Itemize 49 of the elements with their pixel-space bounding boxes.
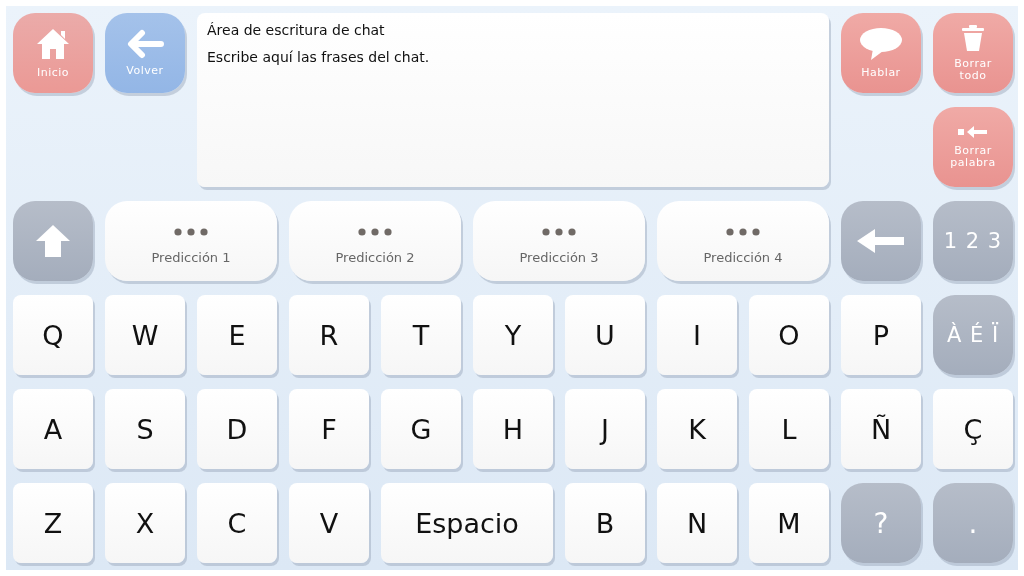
back-arrow-icon [126,29,164,60]
chat-text-area[interactable]: Área de escritura de chat Escribe aquí las frases del chat. [197,13,829,187]
key-button[interactable]: L [749,389,829,469]
key-button[interactable]: D [197,389,277,469]
backspace-button[interactable] [841,201,921,281]
speech-bubble-icon [859,27,903,62]
key-button[interactable]: G [381,389,461,469]
key-button[interactable]: K [657,389,737,469]
key-button[interactable]: N [657,483,737,563]
key-button[interactable]: R [289,295,369,375]
key-button[interactable]: B [565,483,645,563]
key-button[interactable]: W [105,295,185,375]
prediction-button[interactable]: Predicción 3 [473,201,645,281]
prediction-button[interactable]: Predicción 1 [105,201,277,281]
chat-line: Escribe aquí las frases del chat. [207,48,431,67]
key-button[interactable]: I [657,295,737,375]
key-button[interactable]: Ñ [841,389,921,469]
key-button[interactable]: S [105,389,185,469]
prediction-button[interactable]: Predicción 2 [289,201,461,281]
key-button[interactable]: C [197,483,277,563]
prediction-button[interactable]: Predicción 4 [657,201,829,281]
delete-word-icon [958,125,988,140]
backspace-arrow-icon [857,229,905,253]
key-button[interactable]: A [13,389,93,469]
ellipsis-icon [174,227,208,236]
key-button[interactable]: J [565,389,645,469]
trash-icon [962,24,984,53]
key-button[interactable]: M [749,483,829,563]
key-button[interactable]: O [749,295,829,375]
key-button[interactable]: V [289,483,369,563]
key-button[interactable]: U [565,295,645,375]
space-button[interactable]: Espacio [381,483,553,563]
key-button[interactable]: Ç [933,389,1013,469]
shift-arrow-icon [35,224,71,258]
key-button[interactable]: P [841,295,921,375]
ellipsis-icon [726,227,760,236]
ellipsis-icon [358,227,392,236]
key-button[interactable]: H [473,389,553,469]
key-button[interactable]: E [197,295,277,375]
ellipsis-icon [542,227,576,236]
key-button[interactable]: F [289,389,369,469]
shift-button[interactable] [13,201,93,281]
chat-line: Área de escritura de chat [207,21,386,40]
key-button[interactable]: T [381,295,461,375]
key-button[interactable]: Z [13,483,93,563]
key-button[interactable]: Q [13,295,93,375]
home-icon [35,27,71,62]
key-button[interactable]: Y [473,295,553,375]
key-button[interactable]: X [105,483,185,563]
